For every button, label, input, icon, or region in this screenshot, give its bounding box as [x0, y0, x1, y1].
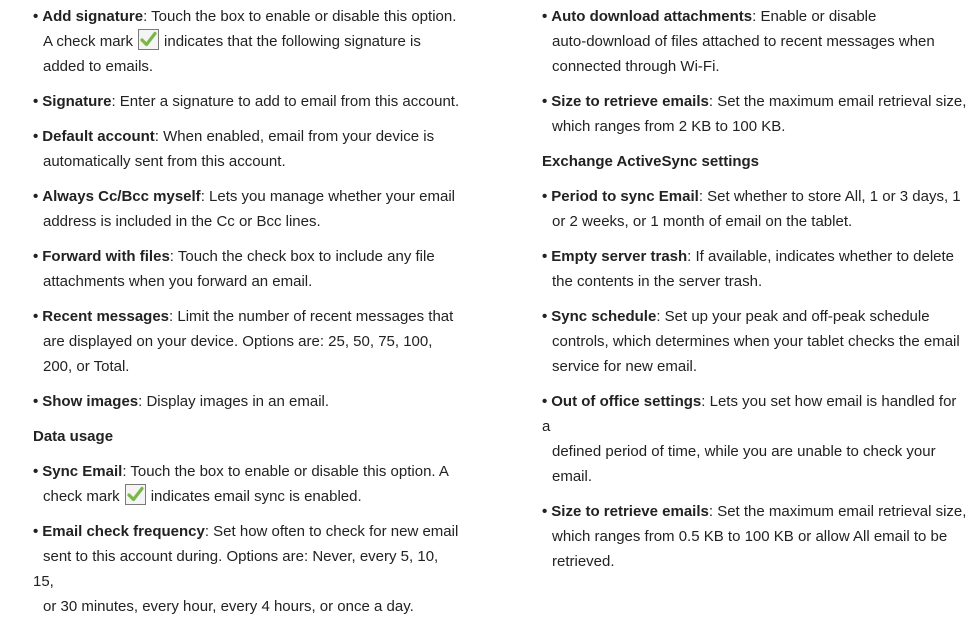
green-checkmark-box-icon — [138, 29, 160, 50]
term-auto-download: Auto download attachments — [551, 8, 753, 25]
desc-sync-schedule-3: service for new email. — [552, 358, 698, 375]
desc-show-images: : Display images in an email. — [138, 393, 330, 410]
desc-always-cc-1: : Lets you manage whether your email — [200, 188, 455, 205]
bullet: • — [542, 503, 548, 520]
desc-recent-messages-3: 200, or Total. — [43, 358, 130, 375]
list-item-forward-files: • Forward with files: Touch the check box… — [33, 244, 463, 294]
desc-add-signature-2b: indicates that the following signature i… — [164, 33, 421, 50]
desc-check-frequency-2: sent to this account during. Options are… — [33, 548, 439, 590]
desc-size-retrieve-2-2: which ranges from 0.5 KB to 100 KB or al… — [552, 528, 948, 545]
list-item-always-cc: • Always Cc/Bcc myself: Lets you manage w… — [33, 184, 463, 234]
bullet: • — [542, 393, 548, 410]
bullet: • — [33, 8, 39, 25]
desc-add-signature-2a: A check mark — [43, 33, 134, 50]
desc-recent-messages-2: are displayed on your device. Options ar… — [43, 333, 433, 350]
desc-out-of-office-2: defined period of time, while you are un… — [552, 443, 936, 460]
list-item-auto-download: • Auto download attachments: Enable or di… — [542, 4, 967, 79]
desc-forward-files-1: : Touch the check box to include any fil… — [169, 248, 435, 265]
term-size-retrieve-2: Size to retrieve emails — [551, 503, 709, 520]
desc-sync-email-2b: indicates email sync is enabled. — [150, 488, 362, 505]
green-checkmark-box-icon — [124, 484, 146, 505]
desc-size-retrieve-2-3: retrieved. — [552, 553, 615, 570]
bullet: • — [542, 308, 548, 325]
desc-size-retrieve-1-1: : Set the maximum email retrieval size, — [708, 93, 967, 110]
bullet: • — [33, 308, 39, 325]
desc-sync-email-2a: check mark — [43, 488, 120, 505]
list-item-period-sync: • Period to sync Email: Set whether to st… — [542, 184, 967, 234]
list-item-recent-messages: • Recent messages: Limit the number of re… — [33, 304, 463, 379]
desc-out-of-office-3: email. — [552, 468, 593, 485]
term-always-cc: Always Cc/Bcc myself — [42, 188, 201, 205]
list-item-sync-schedule: • Sync schedule: Set up your peak and off… — [542, 304, 967, 379]
bullet: • — [542, 188, 548, 205]
desc-period-sync-2: or 2 weeks, or 1 month of email on the t… — [552, 213, 853, 230]
desc-sync-schedule-1: : Set up your peak and off-peak schedule — [656, 308, 930, 325]
desc-auto-download-2: auto-download of files attached to recen… — [552, 33, 935, 50]
desc-forward-files-2: attachments when you forward an email. — [43, 273, 313, 290]
bullet: • — [33, 248, 39, 265]
bullet: • — [542, 248, 548, 265]
desc-default-account-1: : When enabled, email from your device i… — [154, 128, 435, 145]
bullet: • — [542, 93, 548, 110]
desc-check-frequency-3: or 30 minutes, every hour, every 4 hours… — [43, 598, 414, 615]
desc-auto-download-3: connected through Wi-Fi. — [552, 58, 720, 75]
term-default-account: Default account — [42, 128, 155, 145]
desc-sync-email-1: : Touch the box to enable or disable thi… — [122, 463, 449, 480]
term-sync-schedule: Sync schedule — [551, 308, 657, 325]
desc-auto-download-1: : Enable or disable — [752, 8, 877, 25]
desc-empty-trash-1: : If available, indicates whether to del… — [687, 248, 955, 265]
list-item-empty-trash: • Empty server trash: If available, indic… — [542, 244, 967, 294]
bullet: • — [33, 393, 39, 410]
desc-check-frequency-1: : Set how often to check for new email — [204, 523, 459, 540]
desc-add-signature-1: : Touch the box to enable or disable thi… — [143, 8, 457, 25]
list-item-add-signature: • Add signature: Touch the box to enable … — [33, 4, 463, 79]
desc-add-signature-3: added to emails. — [43, 58, 154, 75]
desc-sync-schedule-2: controls, which determines when your tab… — [552, 333, 960, 350]
term-signature: Signature — [42, 93, 112, 110]
desc-size-retrieve-2-1: : Set the maximum email retrieval size, — [708, 503, 967, 520]
bullet: • — [33, 463, 39, 480]
term-forward-files: Forward with files — [42, 248, 170, 265]
list-item-size-retrieve-1: • Size to retrieve emails: Set the maximu… — [542, 89, 967, 139]
section-heading-data-usage: Data usage — [33, 428, 114, 445]
list-item-signature: • Signature: Enter a signature to add to … — [33, 89, 463, 114]
desc-size-retrieve-1-2: which ranges from 2 KB to 100 KB. — [552, 118, 786, 135]
term-recent-messages: Recent messages — [42, 308, 170, 325]
term-out-of-office: Out of office settings — [551, 393, 702, 410]
bullet: • — [33, 93, 39, 110]
bullet: • — [33, 188, 39, 205]
term-empty-trash: Empty server trash — [551, 248, 688, 265]
term-check-frequency: Email check frequency — [42, 523, 205, 540]
left-column: • Add signature: Touch the box to enable … — [33, 4, 463, 629]
desc-signature: : Enter a signature to add to email from… — [111, 93, 460, 110]
desc-empty-trash-2: the contents in the server trash. — [552, 273, 763, 290]
term-show-images: Show images — [42, 393, 139, 410]
desc-period-sync-1: : Set whether to store All, 1 or 3 days,… — [698, 188, 961, 205]
section-heading-exchange: Exchange ActiveSync settings — [542, 153, 760, 170]
term-period-sync: Period to sync Email — [551, 188, 699, 205]
term-size-retrieve-1: Size to retrieve emails — [551, 93, 709, 110]
term-add-signature: Add signature — [42, 8, 144, 25]
list-item-show-images: • Show images: Display images in an email… — [33, 389, 463, 414]
bullet: • — [33, 523, 39, 540]
desc-always-cc-2: address is included in the Cc or Bcc lin… — [43, 213, 321, 230]
list-item-size-retrieve-2: • Size to retrieve emails: Set the maximu… — [542, 499, 967, 574]
bullet: • — [542, 8, 548, 25]
list-item-sync-email: • Sync Email: Touch the box to enable or … — [33, 459, 463, 509]
desc-default-account-2: automatically sent from this account. — [43, 153, 286, 170]
desc-recent-messages-1: : Limit the number of recent messages th… — [169, 308, 454, 325]
list-item-check-frequency: • Email check frequency: Set how often to… — [33, 519, 463, 619]
list-item-out-of-office: • Out of office settings: Lets you set ho… — [542, 389, 967, 489]
term-sync-email: Sync Email — [42, 463, 123, 480]
list-item-default-account: • Default account: When enabled, email fr… — [33, 124, 463, 174]
right-column: • Auto download attachments: Enable or di… — [542, 4, 967, 584]
bullet: • — [33, 128, 39, 145]
